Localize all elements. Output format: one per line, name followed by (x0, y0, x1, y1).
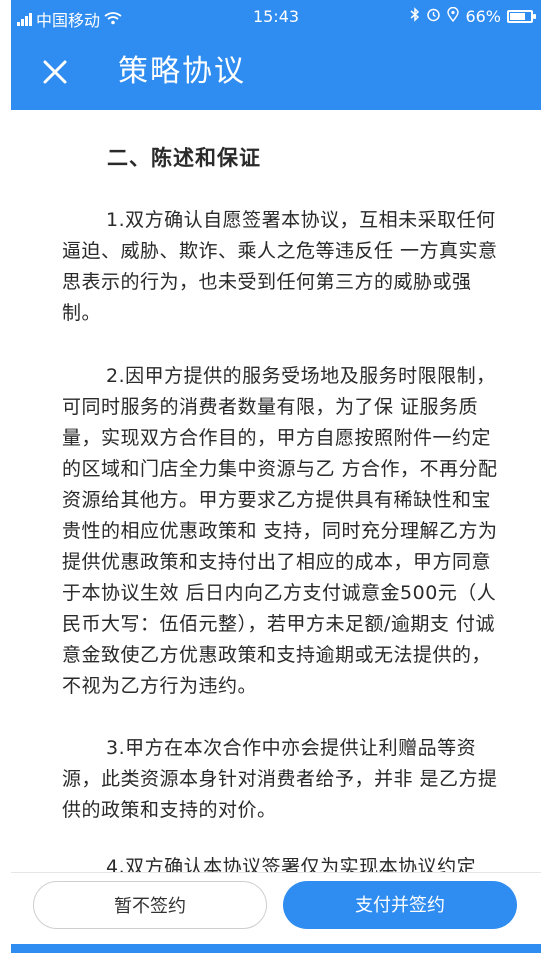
close-icon (43, 60, 67, 84)
page-title: 策略协议 (118, 54, 246, 89)
action-bar: 暂不签约 支付并签约 (11, 872, 541, 945)
battery-percent: 66% (465, 7, 501, 26)
nav-bar: 策略协议 (11, 34, 541, 110)
bottom-strip (11, 944, 541, 953)
battery-level (510, 13, 525, 20)
battery-icon (507, 10, 536, 23)
status-bar: 中国移动 15:43 66% (11, 0, 541, 34)
phone-screen: 中国移动 15:43 66% 策略协议 二、陈述和保证 1.双方确认自愿签署本协… (11, 0, 541, 953)
pay-and-sign-button[interactable]: 支付并签约 (283, 881, 517, 929)
agreement-content[interactable]: 二、陈述和保证 1.双方确认自愿签署本协议，互相未采取任何逼迫、威胁、欺诈、乘人… (11, 110, 541, 875)
clause-paragraph: 1.双方确认自愿签署本协议，互相未采取任何逼迫、威胁、欺诈、乘人之危等违反任 一… (62, 209, 498, 324)
bluetooth-icon (410, 7, 420, 26)
location-icon (447, 6, 460, 26)
clause-paragraph: 2.因甲方提供的服务受场地及服务时限限制，可同时服务的消费者数量有限，为了保 证… (62, 365, 498, 697)
clause-paragraph: 3.甲方在本次合作中亦会提供让利赠品等资源，此类资源本身针对消费者给予，并非 是… (62, 737, 498, 821)
close-button[interactable] (35, 52, 75, 92)
decline-button[interactable]: 暂不签约 (33, 881, 267, 929)
alarm-icon (426, 7, 441, 26)
section-title: 二、陈述和保证 (107, 146, 261, 170)
screen: 中国移动 15:43 66% 策略协议 二、陈述和保证 1.双方确认自愿签署本协… (0, 0, 550, 953)
status-right: 66% (410, 6, 536, 26)
